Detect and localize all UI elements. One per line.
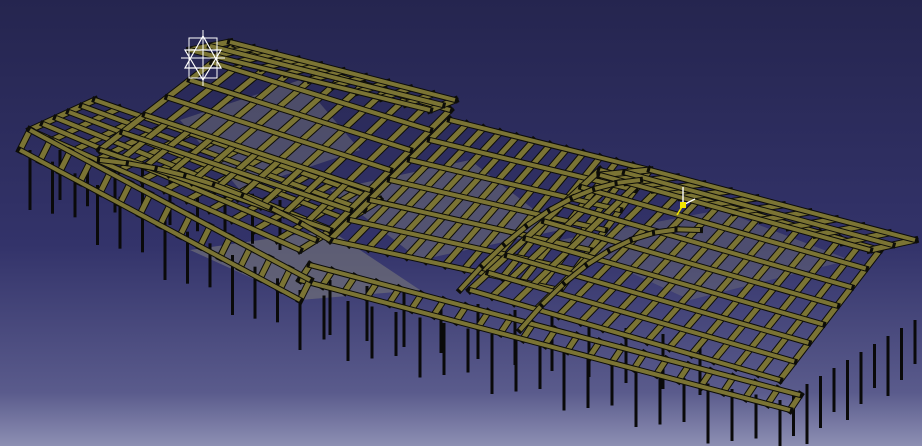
beam — [449, 118, 651, 172]
beam — [677, 227, 701, 232]
beam — [617, 178, 641, 185]
structure-scene[interactable] — [0, 0, 922, 446]
3d-viewport[interactable] — [0, 0, 922, 446]
axis-origin — [680, 202, 686, 208]
